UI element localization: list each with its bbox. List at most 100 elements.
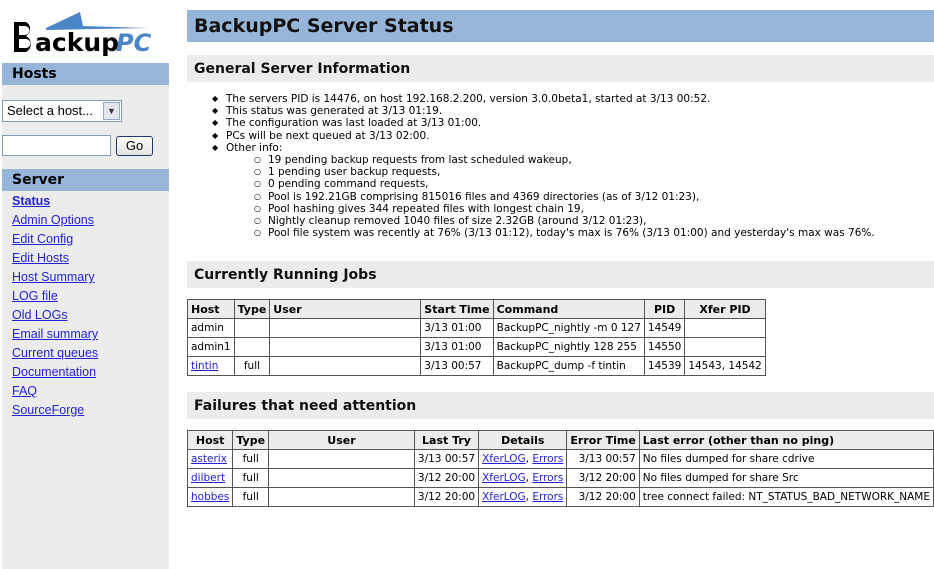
failures-heading: Failures that need attention [187,392,934,419]
col-xfer-pid: Xfer PID [684,299,766,319]
other-info-item: Pool hashing gives 344 repeated files wi… [254,203,875,215]
running-jobs-heading: Currently Running Jobs [187,261,934,288]
col-host: Host [187,299,235,319]
type-cell: full [232,449,270,469]
info-item: Other info: 19 pending backup requests f… [212,142,875,240]
page-title: BackupPC Server Status [187,10,934,42]
last-try-cell: 3/12 20:00 [413,468,480,488]
errors-link[interactable]: Errors [532,491,563,503]
nav-documentation[interactable]: Documentation [12,364,98,383]
user-cell [269,318,422,338]
user-cell [269,337,422,357]
command-cell: BackupPC_dump -f tintin [492,356,645,376]
type-cell: full [233,356,271,376]
error-time-cell: 3/12 20:00 [566,468,640,488]
host-cell: hobbes [186,487,234,507]
host-cell: dilbert [186,468,234,488]
nav-admin-options[interactable]: Admin Options [12,212,98,231]
col-last-error: Last error (other than no ping) [638,430,934,450]
other-info-item: Pool is 192.21GB comprising 815016 files… [254,191,875,203]
table-header-row: Host Type User Last Try Details Error Ti… [186,430,934,450]
xfer-pid-cell: 14543, 14542 [684,356,766,376]
col-user: User [269,299,422,319]
host-select-value: Select a host... [7,103,93,118]
host-link[interactable]: tintin [191,360,218,372]
nav-sourceforge[interactable]: SourceForge [12,402,98,421]
host-link[interactable]: hobbes [191,491,229,503]
xfer-pid-cell [684,337,766,357]
general-info: The servers PID is 14476, on host 192.16… [212,93,875,240]
nav-edit-hosts[interactable]: Edit Hosts [12,250,98,269]
failures-table: Host Type User Last Try Details Error Ti… [186,430,934,507]
host-cell: asterix [186,449,234,469]
col-last-try: Last Try [413,430,480,450]
info-item: PCs will be next queued at 3/13 02:00. [212,130,875,142]
other-info-item: Nightly cleanup removed 1040 files of si… [254,215,875,227]
server-nav: Status Admin Options Edit Config Edit Ho… [12,193,98,421]
hosts-heading: Hosts [2,63,169,85]
error-time-cell: 3/12 20:00 [566,487,640,507]
table-row: admin 3/13 01:00 BackupPC_nightly -m 0 1… [187,318,766,338]
start-time-cell: 3/13 01:00 [420,318,494,338]
other-info-label: Other info: [226,141,283,154]
info-item: The servers PID is 14476, on host 192.16… [212,93,875,105]
start-time-cell: 3/13 01:00 [420,337,494,357]
pid-cell: 14549 [643,318,686,338]
col-details: Details [478,430,568,450]
col-type: Type [232,430,270,450]
go-button[interactable]: Go [116,136,153,156]
last-error-cell: No files dumped for share cdrive [638,449,934,469]
svg-text:ackup: ackup [35,28,119,56]
command-cell: BackupPC_nightly -m 0 127 [492,318,645,338]
svg-text:PC: PC [116,29,152,56]
errors-link[interactable]: Errors [532,472,563,484]
other-info-item: 0 pending command requests, [254,178,875,190]
chevron-down-icon[interactable]: ▼ [103,102,120,120]
nav-faq[interactable]: FAQ [12,383,98,402]
last-error-cell: tree connect failed: NT_STATUS_BAD_NETWO… [638,487,934,507]
nav-old-logs[interactable]: Old LOGs [12,307,98,326]
user-cell [269,356,422,376]
nav-email-summary[interactable]: Email summary [12,326,98,345]
user-cell [268,487,415,507]
col-host: Host [186,430,234,450]
nav-current-queues[interactable]: Current queues [12,345,98,364]
errors-link[interactable]: Errors [532,453,563,465]
table-row: asterix full 3/13 00:57 XferLOG, Errors … [186,449,934,469]
xferlog-link[interactable]: XferLOG [482,453,526,465]
details-cell: XferLOG, Errors [478,468,568,488]
other-info-item: Pool file system was recently at 76% (3/… [254,227,875,239]
host-link[interactable]: asterix [191,453,227,465]
server-heading: Server [2,169,169,191]
host-cell: tintin [187,356,235,376]
host-select[interactable]: Select a host... ▼ [2,100,122,122]
running-jobs-table: Host Type User Start Time Command PID Xf… [187,299,766,376]
host-link[interactable]: dilbert [191,472,225,484]
pid-cell: 14550 [643,337,686,357]
details-cell: XferLOG, Errors [478,449,568,469]
col-command: Command [492,299,645,319]
start-time-cell: 3/13 00:57 [420,356,494,376]
host-cell: admin1 [187,337,235,357]
xferlog-link[interactable]: XferLOG [482,491,526,503]
backuppc-logo[interactable]: ackup PC [8,8,158,57]
command-cell: BackupPC_nightly 128 255 [492,337,645,357]
user-cell [268,468,415,488]
table-header-row: Host Type User Start Time Command PID Xf… [187,299,766,319]
error-time-cell: 3/13 00:57 [566,449,640,469]
type-cell [233,318,271,338]
table-row: dilbert full 3/12 20:00 XferLOG, Errors … [186,468,934,488]
col-start-time: Start Time [420,299,494,319]
xferlog-link[interactable]: XferLOG [482,472,526,484]
nav-host-summary[interactable]: Host Summary [12,269,98,288]
nav-edit-config[interactable]: Edit Config [12,231,98,250]
nav-log-file[interactable]: LOG file [12,288,98,307]
host-search-input[interactable] [2,135,111,156]
logo-icon: ackup PC [14,12,152,57]
last-try-cell: 3/12 20:00 [413,487,480,507]
pid-cell: 14539 [643,356,686,376]
hosts-panel [2,85,169,169]
nav-status[interactable]: Status [12,193,98,212]
table-row: hobbes full 3/12 20:00 XferLOG, Errors 3… [186,487,934,507]
other-info-item: 1 pending user backup requests, [254,166,875,178]
